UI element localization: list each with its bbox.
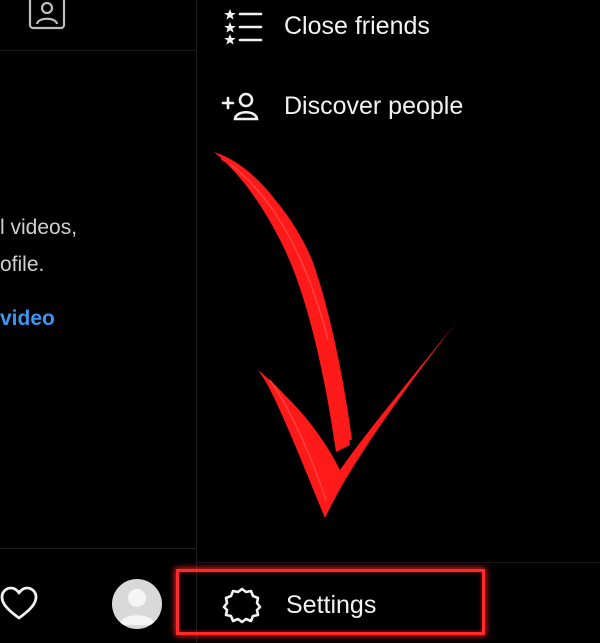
menu-footer-divider (197, 562, 600, 563)
heart-icon[interactable] (0, 586, 38, 622)
menu-item-close-friends[interactable]: Close friends (220, 0, 600, 56)
annotation-arrow (214, 152, 458, 518)
profile-avatar[interactable] (112, 579, 162, 629)
settings-label: Settings (286, 590, 377, 619)
tagged-posts-icon[interactable] (28, 0, 68, 30)
share-video-link[interactable]: video (0, 307, 55, 331)
discover-people-label: Discover people (284, 91, 464, 120)
close-friends-label: Close friends (284, 11, 430, 40)
gear-icon (222, 587, 262, 624)
panel-divider (196, 0, 197, 643)
default-avatar-icon (119, 589, 155, 625)
bottom-nav-divider (0, 548, 196, 549)
menu-item-discover-people[interactable]: Discover people (220, 76, 600, 136)
profile-empty-text-line-1: l videos, (0, 216, 78, 239)
close-friends-list-icon (224, 9, 263, 45)
add-person-icon (221, 92, 259, 121)
menu-item-settings[interactable]: Settings (222, 580, 376, 630)
profile-empty-text-line-2: ofile. (0, 253, 45, 276)
header-divider (0, 50, 196, 51)
